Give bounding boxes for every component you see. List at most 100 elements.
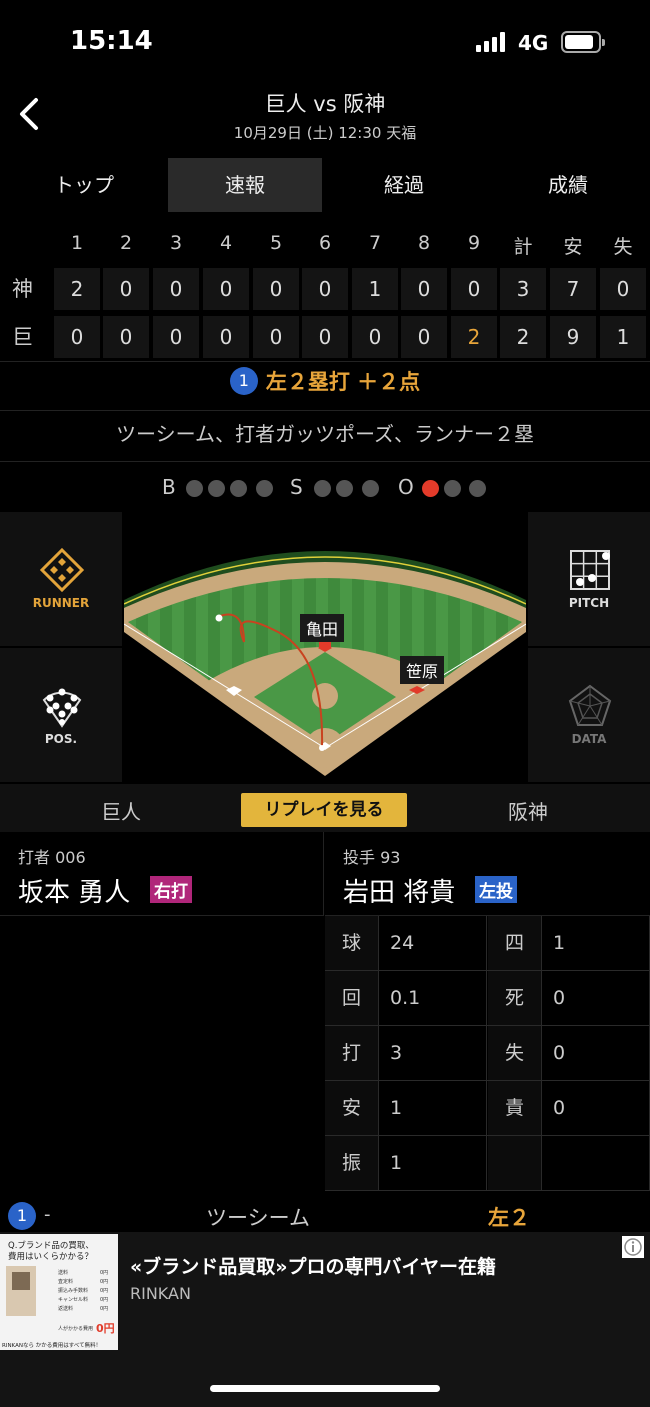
tab-stats[interactable]: 成績	[486, 158, 650, 212]
score-cell: 9	[550, 316, 596, 358]
runner-label-first: 笹原	[400, 656, 445, 684]
pitch-speed: -	[44, 1204, 51, 1225]
position-label: POS.	[44, 732, 78, 746]
score-cell: 2	[54, 268, 100, 310]
svg-text:査定料: 査定料	[58, 1278, 73, 1285]
score-cell: 0	[203, 268, 249, 310]
divider	[0, 461, 650, 462]
score-cell: 0	[103, 268, 149, 310]
svg-text:0円: 0円	[96, 1322, 115, 1335]
network-label: 4G	[518, 31, 549, 55]
balls-label: B	[162, 475, 176, 499]
stat-label: 球	[325, 916, 379, 970]
strike-dot	[362, 480, 379, 497]
divider	[0, 410, 650, 411]
outs-label: O	[398, 475, 414, 499]
scoreboard-row-hanshin: 神 200000100370	[0, 264, 650, 312]
score-cell: 0	[401, 316, 447, 358]
pitch-row[interactable]: 1 - ツーシーム 左２	[0, 1200, 650, 1232]
team-hanshin[interactable]: 阪神	[508, 796, 548, 825]
play-result: 1 左２塁打 ＋２点	[0, 366, 650, 410]
tab-live[interactable]: 速報	[168, 158, 322, 212]
field-diagram	[123, 551, 527, 776]
status-bar: 15:14 4G	[0, 0, 650, 84]
svg-text:0円: 0円	[100, 1288, 108, 1294]
score-cell: 2	[500, 316, 546, 358]
scoreboard-header: 1 2 3 4 5 6 7 8 9 計 安 失	[0, 228, 650, 264]
inning-header: 計	[513, 236, 533, 258]
pitcher-name: 岩田 将貴	[343, 878, 456, 908]
ad-banner[interactable]: Q.ブランド品の買取、 費用はいくらかかる？ 送料 査定料 振込み手数料 キャン…	[0, 1232, 650, 1407]
tab-top[interactable]: トップ	[0, 158, 168, 212]
stat-value: 0.1	[380, 971, 487, 1025]
score-cell: 0	[153, 316, 199, 358]
stat-row: 球 24 四 1	[325, 916, 650, 971]
pitch-result: 左２	[488, 1206, 530, 1230]
strike-zone-icon	[570, 550, 610, 590]
stat-label	[488, 1136, 542, 1190]
stat-label: 安	[325, 1081, 379, 1135]
tab-bar: トップ 速報 経過 成績	[0, 158, 650, 212]
play-result-text: 左２塁打 ＋２点	[265, 370, 421, 394]
score-cell: 0	[203, 316, 249, 358]
inning-header: 安	[563, 236, 583, 258]
score-cell: 0	[253, 268, 299, 310]
ball-dot	[230, 480, 247, 497]
score-cell: 3	[500, 268, 546, 310]
score-cell: 0	[352, 316, 398, 358]
svg-text:0円: 0円	[100, 1270, 108, 1276]
stat-label: 責	[488, 1081, 542, 1135]
ad-info-icon[interactable]	[622, 1236, 644, 1258]
svg-text:キャンセル料: キャンセル料	[58, 1296, 88, 1303]
position-button[interactable]: POS.	[0, 648, 122, 782]
scoreboard-row-giants: 巨 000000002291	[0, 312, 650, 360]
stat-row: 打3失0	[325, 1026, 650, 1081]
pitcher-panel: 投手 93 岩田 将貴 左投	[325, 832, 650, 916]
team-giants[interactable]: 巨人	[101, 796, 141, 825]
score-cell: 0	[103, 316, 149, 358]
svg-text:RINKANなら かかる費用はすべて無料！: RINKANなら かかる費用はすべて無料！	[2, 1341, 101, 1349]
inning-header: 9	[467, 232, 481, 254]
stat-value: 0	[543, 971, 650, 1025]
stat-value: 1	[380, 1081, 487, 1135]
ad-title[interactable]: «ブランド品買取»プロの専門バイヤー在籍	[130, 1252, 496, 1279]
stat-row: 回 0.1 死 0	[325, 971, 650, 1026]
ball-dot	[186, 480, 203, 497]
stat-label: 死	[488, 971, 542, 1025]
svg-text:Q.ブランド品の買取、: Q.ブランド品の買取、	[8, 1240, 94, 1251]
score-cell: 0	[451, 268, 497, 310]
home-indicator[interactable]	[210, 1385, 440, 1392]
tab-progress[interactable]: 経過	[322, 158, 486, 212]
status-time: 15:14	[70, 26, 153, 56]
svg-text:費用はいくらかかる？: 費用はいくらかかる？	[8, 1251, 93, 1262]
diamond-icon	[40, 548, 84, 592]
runner-button[interactable]: RUNNER	[0, 512, 122, 646]
battery-icon	[561, 31, 605, 53]
inning-header: 1	[70, 232, 84, 254]
score-cell: 2	[451, 316, 497, 358]
ad-advertiser: RINKAN	[130, 1284, 191, 1303]
score-cell: 0	[153, 268, 199, 310]
batter-hand-badge: 右打	[150, 876, 192, 903]
svg-text:人がかかる費用: 人がかかる費用	[58, 1325, 93, 1332]
score-cell: 0	[54, 316, 100, 358]
stat-label: 振	[325, 1136, 379, 1190]
stat-value: 3	[380, 1026, 487, 1080]
pitch-button[interactable]: PITCH	[528, 512, 650, 646]
ad-image: Q.ブランド品の買取、 費用はいくらかかる？ 送料 査定料 振込み手数料 キャン…	[0, 1234, 118, 1350]
inning-header: 8	[417, 232, 431, 254]
radar-chart-icon	[568, 684, 612, 726]
score-cell: 1	[600, 316, 646, 358]
batter-role: 打者 006	[18, 848, 86, 867]
svg-text:0円: 0円	[100, 1306, 108, 1312]
out-dot	[469, 480, 486, 497]
stat-value: 0	[543, 1026, 650, 1080]
stat-label: 失	[488, 1026, 542, 1080]
inning-header: 6	[318, 232, 332, 254]
replay-button[interactable]: リプレイを見る	[241, 793, 407, 827]
out-dot	[422, 480, 439, 497]
score-cell: 0	[253, 316, 299, 358]
data-button[interactable]: DATA	[528, 648, 650, 782]
pitch-type: ツーシーム	[206, 1206, 310, 1230]
stat-label: 打	[325, 1026, 379, 1080]
